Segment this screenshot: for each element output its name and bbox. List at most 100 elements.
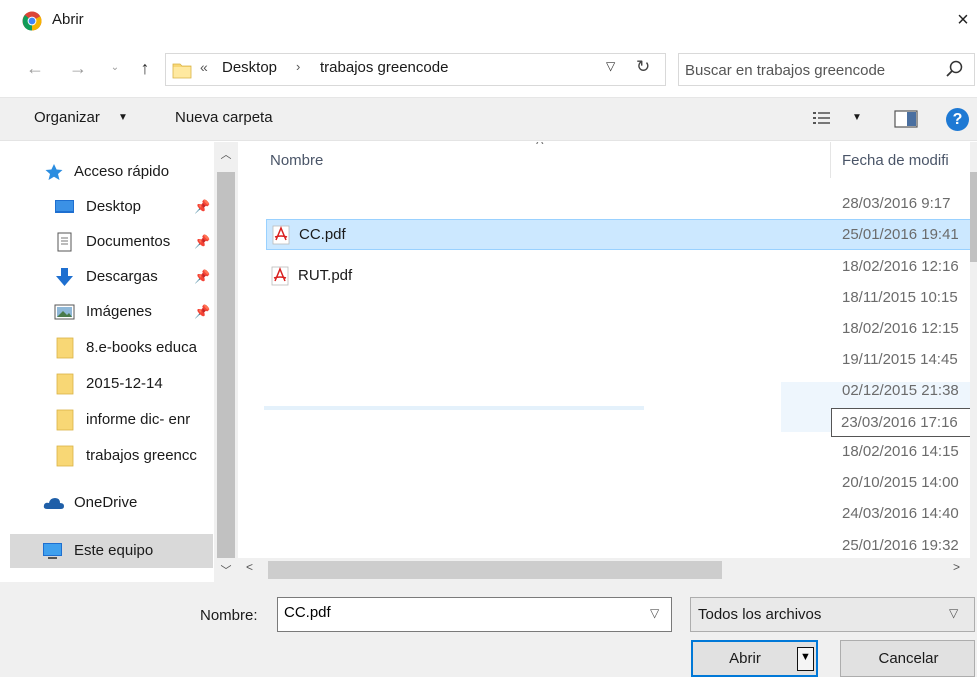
navigation-pane: Acceso rápido Desktop 📌 Documentos 📌 Des… [0,142,238,582]
download-icon [56,268,73,286]
help-icon[interactable]: ? [946,108,969,131]
documents-icon [57,232,72,252]
drag-artifact [264,406,644,410]
date-modified-cell: 24/03/2016 14:40 [842,505,959,522]
folder-icon [56,409,74,431]
organize-dropdown-icon[interactable]: ▼ [118,112,128,123]
search-box[interactable] [678,53,975,86]
nav-item-label: Imágenes [86,303,152,320]
column-divider[interactable] [830,142,831,178]
nav-item-label: Desktop [86,198,142,215]
file-type-dropdown-icon[interactable]: ▽ [949,606,958,620]
dialog-footer: Nombre: ▽ Todos los archivos ▽ Abrir ▼ C… [0,582,977,677]
address-bar[interactable]: « Desktop › trabajos greencode ▽ ↻ [165,53,666,86]
scroll-left-icon[interactable]: < [246,560,253,574]
nav-item-quick-access[interactable]: Acceso rápido [0,156,214,188]
star-icon [45,164,63,180]
pdf-file-icon [271,266,289,286]
nav-item-folder-2015[interactable]: 2015-12-14 [0,368,214,400]
pin-icon: 📌 [194,304,211,319]
file-list-scrollbar[interactable] [970,142,977,558]
date-modified-cell: 18/02/2016 12:16 [842,258,959,275]
scrollbar-thumb[interactable] [268,561,722,579]
file-type-value: Todos los archivos [698,606,822,623]
column-header-name[interactable]: Nombre [270,152,323,169]
refresh-icon[interactable]: ↻ [636,57,650,77]
scroll-down-icon[interactable]: ﹀ [214,562,238,578]
nav-item-folder-informe[interactable]: informe dic- enr [0,404,214,436]
search-input[interactable] [685,58,935,82]
chrome-logo-icon [22,11,42,31]
file-list-horizontal-scrollbar[interactable]: < > [238,558,977,582]
scrollbar-thumb[interactable] [970,172,977,262]
file-list: ^ Nombre Fecha de modifi CC.pdf RUT.pdf … [238,142,977,558]
column-header-date-modified[interactable]: Fecha de modifi [842,152,949,169]
sort-ascending-icon: ^ [536,142,544,153]
file-name: RUT.pdf [298,267,353,284]
nav-item-this-pc[interactable]: Este equipo [10,534,213,568]
date-modified-cell: 19/11/2015 14:45 [842,351,958,368]
open-button[interactable]: Abrir ▼ [691,640,818,677]
breadcrumb-overflow-icon[interactable]: « [200,59,208,75]
nav-item-label: Documentos [86,233,171,250]
pdf-file-icon [272,225,290,245]
nav-item-label: 8.e-books educa [86,339,197,356]
nav-item-label: OneDrive [74,494,138,511]
filename-dropdown-icon[interactable]: ▽ [650,606,659,620]
file-name: CC.pdf [299,226,346,243]
date-modified-cell: 28/03/2016 9:17 [842,195,951,212]
date-modified-cell: 25/01/2016 19:32 [842,537,959,554]
address-dropdown-icon[interactable]: ▽ [606,59,615,73]
navigation-pane-scrollbar[interactable]: ︿ ﹀ [214,142,238,582]
folder-icon [56,373,74,395]
filename-combobox[interactable]: ▽ [277,597,672,632]
nav-item-label: informe dic- enr [86,411,191,428]
up-arrow-icon[interactable]: ↑ [130,54,160,82]
nav-item-label: Acceso rápido [74,163,170,180]
date-modified-cell: 18/02/2016 12:15 [842,320,959,337]
view-options-icon[interactable] [812,110,832,126]
date-modified-cell: 18/02/2016 14:15 [842,443,959,460]
nav-item-downloads[interactable]: Descargas 📌 [0,261,214,293]
cancel-button[interactable]: Cancelar [840,640,975,677]
nav-item-desktop[interactable]: Desktop 📌 [0,191,214,223]
search-icon[interactable] [944,58,966,80]
breadcrumb-separator-icon[interactable]: › [296,59,300,74]
filename-label: Nombre: [200,607,258,624]
nav-item-folder-ebooks[interactable]: 8.e-books educa [0,332,214,364]
forward-arrow-icon[interactable]: → [63,54,93,82]
window-title: Abrir [52,11,84,28]
date-modified-cell: 18/11/2015 10:15 [842,289,958,306]
pictures-icon [54,304,75,320]
close-icon[interactable]: × [950,6,976,34]
pin-icon: 📌 [194,199,211,214]
computer-icon [43,543,62,559]
new-folder-button[interactable]: Nueva carpeta [175,109,273,126]
breadcrumb-desktop[interactable]: Desktop [222,59,277,76]
nav-item-label: Descargas [86,268,158,285]
view-dropdown-icon[interactable]: ▼ [852,112,862,123]
pin-icon: 📌 [194,234,211,249]
date-modified-cell-focused: 23/03/2016 17:16 [831,408,971,437]
scrollbar-thumb[interactable] [217,172,235,558]
nav-item-label: Este equipo [74,542,154,559]
nav-item-pictures[interactable]: Imágenes 📌 [0,296,214,328]
date-modified-cell: 20/10/2015 14:00 [842,474,959,491]
organize-button[interactable]: Organizar [34,109,100,126]
nav-item-label: 2015-12-14 [86,375,163,392]
nav-item-documents[interactable]: Documentos 📌 [0,226,214,258]
nav-item-onedrive[interactable]: OneDrive [0,487,214,519]
file-type-select[interactable]: Todos los archivos ▽ [690,597,975,632]
filename-input[interactable] [284,604,634,621]
nav-item-folder-trabajos[interactable]: trabajos greencc [0,440,214,472]
open-split-dropdown[interactable]: ▼ [797,647,814,671]
recent-locations-chevron-icon[interactable]: ⌄ [104,54,126,82]
breadcrumb-trabajos-greencode[interactable]: trabajos greencode [320,59,448,76]
scroll-right-icon[interactable]: > [953,560,960,574]
folder-icon [56,337,74,359]
scroll-up-icon[interactable]: ︿ [214,146,238,162]
desktop-icon [55,200,74,213]
back-arrow-icon[interactable]: ← [20,54,50,82]
preview-pane-icon[interactable] [894,110,918,128]
folder-icon [172,63,192,79]
